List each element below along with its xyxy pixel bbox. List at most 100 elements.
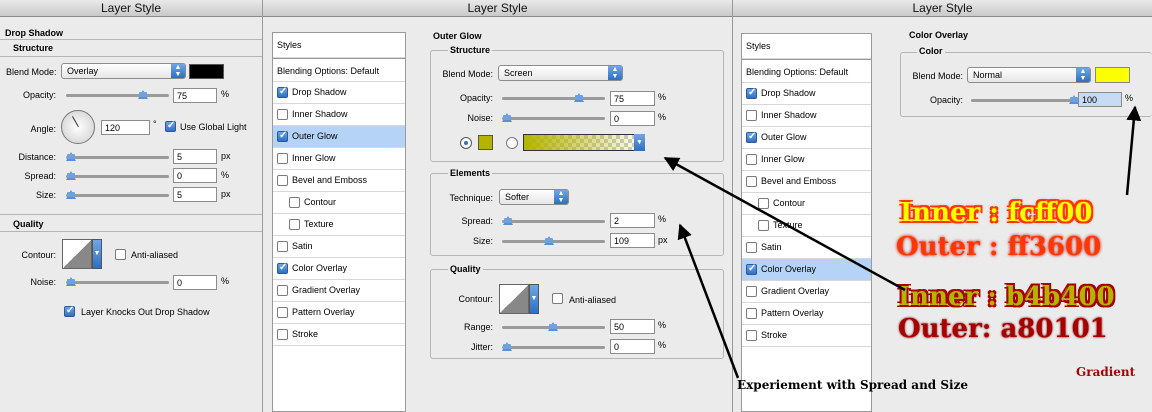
slider-thumb[interactable] — [138, 90, 148, 99]
use-global-light-checkbox[interactable] — [165, 120, 176, 132]
style-checkbox[interactable] — [277, 307, 288, 318]
styles-list-item[interactable]: Stroke — [742, 325, 871, 347]
styles-list-item[interactable]: Pattern Overlay — [273, 302, 405, 324]
style-checkbox[interactable] — [277, 153, 288, 164]
blend-mode-select[interactable]: Screen ▲ ▼ — [498, 65, 623, 81]
style-checkbox[interactable] — [746, 176, 757, 187]
spread-field[interactable]: 0 — [173, 168, 217, 183]
solid-color-radio[interactable] — [460, 137, 472, 149]
opacity-field[interactable]: 100 — [1078, 92, 1122, 107]
styles-list-item[interactable]: Inner Shadow — [742, 105, 871, 127]
style-checkbox[interactable] — [277, 241, 288, 252]
size-slider[interactable] — [502, 236, 605, 245]
distance-slider[interactable] — [66, 152, 169, 161]
anti-aliased-checkbox[interactable] — [552, 293, 563, 304]
styles-list-item[interactable]: Bevel and Emboss — [742, 171, 871, 193]
opacity-field[interactable]: 75 — [173, 88, 217, 103]
gradient-preview[interactable] — [523, 134, 645, 151]
size-slider[interactable] — [66, 190, 169, 199]
contour-dropdown-button[interactable]: ▼ — [92, 239, 102, 269]
distance-field[interactable]: 5 — [173, 149, 217, 164]
style-checkbox[interactable] — [289, 197, 300, 208]
style-checkbox[interactable] — [746, 154, 757, 165]
style-checkbox[interactable] — [746, 330, 757, 341]
jitter-slider[interactable] — [502, 342, 605, 351]
styles-list-item[interactable]: Color Overlay — [273, 258, 405, 280]
styles-list-item[interactable]: Texture — [742, 215, 871, 237]
angle-dial[interactable] — [61, 110, 95, 144]
style-checkbox[interactable] — [746, 110, 757, 121]
styles-list-item[interactable]: Drop Shadow — [273, 82, 405, 104]
styles-list-item[interactable]: Satin — [742, 237, 871, 259]
styles-list-item[interactable]: Inner Glow — [273, 148, 405, 170]
jitter-field[interactable]: 0 — [610, 339, 655, 354]
anti-aliased-checkbox[interactable] — [115, 249, 126, 260]
opacity-field[interactable]: 75 — [610, 91, 655, 106]
blending-options-item[interactable]: Blending Options: Default — [742, 59, 871, 83]
style-checkbox[interactable] — [277, 175, 288, 186]
style-checkbox[interactable] — [277, 130, 288, 142]
overlay-color-swatch[interactable] — [1095, 67, 1130, 83]
glow-color-swatch[interactable] — [478, 135, 493, 150]
style-checkbox[interactable] — [758, 220, 769, 231]
gradient-radio[interactable] — [506, 137, 518, 149]
styles-list-item[interactable]: Outer Glow — [273, 126, 405, 148]
size-field[interactable]: 109 — [610, 233, 655, 248]
noise-field[interactable]: 0 — [610, 111, 655, 126]
styles-list-item[interactable]: Gradient Overlay — [273, 280, 405, 302]
shadow-color-swatch[interactable] — [189, 64, 224, 79]
blend-mode-select[interactable]: Overlay ▲ ▼ — [61, 63, 186, 79]
styles-list-item[interactable]: Inner Shadow — [273, 104, 405, 126]
style-checkbox[interactable] — [277, 86, 288, 98]
styles-list-item[interactable]: Texture — [273, 214, 405, 236]
style-checkbox[interactable] — [277, 109, 288, 120]
styles-list-item[interactable]: Contour — [273, 192, 405, 214]
styles-list-item[interactable]: Bevel and Emboss — [273, 170, 405, 192]
style-checkbox[interactable] — [746, 87, 757, 99]
opacity-slider[interactable] — [66, 90, 169, 99]
noise-field[interactable]: 0 — [173, 275, 217, 290]
blending-options-item[interactable]: Blending Options: Default — [273, 58, 405, 82]
styles-list-item[interactable]: Drop Shadow — [742, 83, 871, 105]
styles-list-item[interactable]: Pattern Overlay — [742, 303, 871, 325]
blend-mode-select[interactable]: Normal ▲ ▼ — [967, 67, 1091, 83]
style-checkbox[interactable] — [746, 242, 757, 253]
opacity-slider[interactable] — [502, 93, 605, 102]
style-checkbox[interactable] — [746, 308, 757, 319]
opacity-slider[interactable] — [971, 95, 1079, 104]
styles-list-item[interactable]: Gradient Overlay — [742, 281, 871, 303]
size-field[interactable]: 5 — [173, 187, 217, 202]
styles-list-item[interactable]: Color Overlay — [742, 259, 871, 281]
styles-list-item[interactable]: Outer Glow — [742, 127, 871, 149]
style-checkbox[interactable] — [277, 285, 288, 296]
style-checkbox[interactable] — [746, 286, 757, 297]
layer-knocks-out-checkbox[interactable] — [64, 305, 75, 317]
styles-list-item[interactable]: Satin — [273, 236, 405, 258]
styles-header[interactable]: Styles — [273, 33, 405, 58]
technique-select[interactable]: Softer ▲ ▼ — [499, 189, 569, 205]
range-slider[interactable] — [502, 322, 605, 331]
spread-field[interactable]: 2 — [610, 213, 655, 228]
style-checkbox[interactable] — [746, 263, 757, 275]
contour-dropdown-button[interactable]: ▼ — [529, 284, 539, 314]
style-checkbox[interactable] — [758, 198, 769, 209]
style-checkbox[interactable] — [289, 219, 300, 230]
noise-slider[interactable] — [66, 277, 169, 286]
styles-list-item[interactable]: Inner Glow — [742, 149, 871, 171]
annotation-outer-a80101: Outer: a80101 — [898, 314, 1108, 344]
spread-slider[interactable] — [66, 171, 169, 180]
style-checkbox[interactable] — [277, 262, 288, 274]
styles-list-item[interactable]: Contour — [742, 193, 871, 215]
spread-slider[interactable] — [502, 216, 605, 225]
gradient-dropdown-button[interactable]: ▼ — [634, 134, 645, 151]
style-checkbox[interactable] — [746, 131, 757, 143]
noise-slider[interactable] — [502, 113, 605, 122]
color-heading: Color — [917, 46, 945, 56]
style-checkbox[interactable] — [277, 329, 288, 340]
contour-picker[interactable] — [62, 239, 92, 269]
styles-list-item[interactable]: Stroke — [273, 324, 405, 346]
contour-picker[interactable] — [499, 284, 529, 314]
styles-header[interactable]: Styles — [742, 34, 871, 59]
range-field[interactable]: 50 — [610, 319, 655, 334]
angle-field[interactable]: 120 — [101, 120, 150, 135]
